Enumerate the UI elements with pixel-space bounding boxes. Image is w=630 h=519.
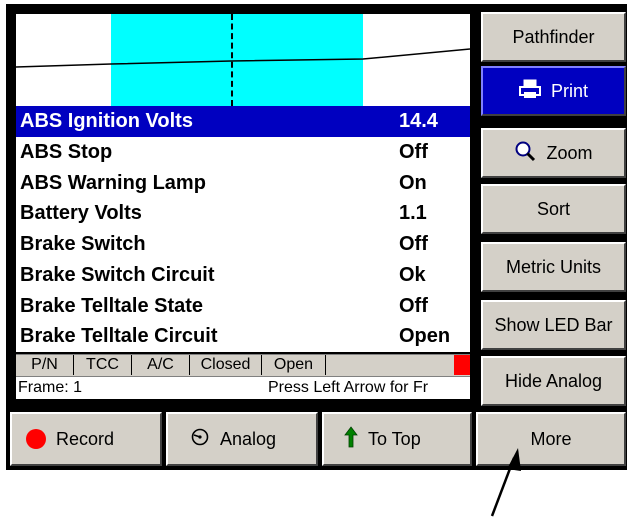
parameter-name: Brake Switch Circuit: [20, 263, 215, 286]
magnifier-icon: [514, 140, 536, 167]
pathfinder-button[interactable]: Pathfinder: [481, 12, 626, 62]
metric-units-button[interactable]: Metric Units: [481, 242, 626, 292]
parameter-value: Ok: [399, 263, 426, 286]
scan-tool-screen: ABS Ignition Volts 14.4 ABS Stop Off ABS…: [6, 4, 627, 470]
up-arrow-icon: [344, 425, 358, 453]
record-button[interactable]: Record: [10, 412, 162, 466]
status-indicator-bar: P/N TCC A/C Closed Open: [16, 354, 470, 376]
analog-button[interactable]: Analog: [166, 412, 318, 466]
parameter-value: Off: [399, 140, 428, 163]
parameter-value: Off: [399, 233, 428, 255]
parameter-name: ABS Stop: [20, 140, 113, 163]
parameter-row-selected[interactable]: ABS Ignition Volts 14.4: [16, 106, 470, 137]
status-cell-ac: A/C: [132, 355, 190, 375]
parameter-name: ABS Warning Lamp: [20, 171, 206, 194]
parameter-value: 1.1: [399, 202, 427, 225]
status-cell-pn: P/N: [16, 355, 74, 375]
sort-label: Sort: [536, 198, 570, 219]
status-cell-tcc: TCC: [74, 355, 132, 375]
parameter-name: Brake Switch: [20, 233, 146, 255]
parameter-value: On: [399, 171, 427, 194]
parameter-name: Brake Telltale State: [20, 294, 204, 317]
pathfinder-label: Pathfinder: [512, 26, 595, 47]
hide-analog-label: Hide Analog: [504, 370, 603, 391]
parameter-name: Brake Telltale Circuit: [20, 325, 218, 348]
analog-gauge-icon: [190, 427, 210, 452]
parameter-row[interactable]: Brake Telltale State Off: [16, 291, 470, 322]
zoom-label: Zoom: [546, 142, 593, 163]
more-label: More: [530, 428, 572, 449]
parameter-name: ABS Ignition Volts: [20, 110, 193, 132]
printer-icon: [518, 79, 541, 104]
hide-analog-button[interactable]: Hide Analog: [481, 356, 626, 406]
frame-info-line: Frame: 1 Press Left Arrow for Fr: [16, 376, 470, 399]
sort-button[interactable]: Sort: [481, 184, 626, 234]
status-cell-red-indicator: [454, 355, 470, 375]
to-top-label: To Top: [368, 428, 421, 449]
print-label: Print: [550, 80, 588, 101]
frame-number: Frame: 1: [18, 379, 83, 396]
parameter-row[interactable]: ABS Warning Lamp On: [16, 168, 470, 199]
parameter-value: Open: [399, 325, 451, 348]
parameter-value: 14.4: [399, 110, 438, 132]
more-button[interactable]: More: [476, 412, 626, 466]
show-led-bar-label: Show LED Bar: [494, 314, 613, 335]
status-cell-open: Open: [262, 355, 326, 375]
parameter-row[interactable]: Battery Volts 1.1: [16, 198, 470, 229]
metric-units-label: Metric Units: [505, 256, 601, 277]
to-top-button[interactable]: To Top: [322, 412, 472, 466]
parameter-row[interactable]: Brake Switch Off: [16, 229, 470, 260]
signal-graph: [16, 14, 470, 106]
record-label: Record: [56, 428, 115, 449]
parameter-row[interactable]: ABS Stop Off: [16, 137, 470, 168]
parameter-name: Battery Volts: [20, 202, 142, 225]
record-icon: [26, 429, 46, 449]
parameter-value: Off: [399, 294, 428, 317]
parameter-list[interactable]: ABS Ignition Volts 14.4 ABS Stop Off ABS…: [16, 106, 470, 352]
parameter-row[interactable]: Brake Switch Circuit Ok: [16, 260, 470, 291]
status-cell-closed: Closed: [190, 355, 262, 375]
show-led-bar-button[interactable]: Show LED Bar: [481, 300, 626, 350]
parameter-row[interactable]: Brake Telltale Circuit Open: [16, 321, 470, 352]
signal-trace: [16, 48, 470, 68]
navigation-hint: Press Left Arrow for Fr: [268, 379, 429, 396]
analog-label: Analog: [220, 428, 277, 449]
print-button[interactable]: Print: [481, 66, 626, 116]
zoom-button[interactable]: Zoom: [481, 128, 626, 178]
